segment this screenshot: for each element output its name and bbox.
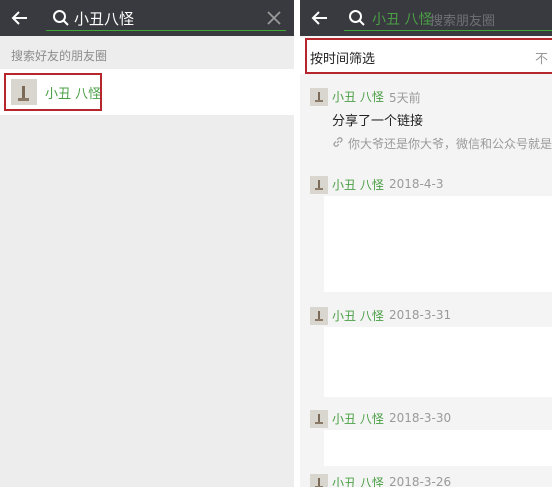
search-chip[interactable]: 小丑 八怪 (372, 9, 432, 29)
back-arrow-icon[interactable] (310, 8, 330, 28)
right-screen: 小丑 八怪 搜索朋友圈 按时间筛选 不 小丑 八怪 5天前 分享了一个链接 你大… (300, 0, 552, 487)
moment-post[interactable]: 小丑 八怪 2018-3-31 (300, 303, 552, 398)
highlight-box (305, 38, 552, 74)
back-arrow-icon[interactable] (10, 8, 30, 28)
avatar (310, 410, 328, 428)
avatar (310, 176, 328, 194)
search-underline (344, 30, 552, 31)
post-author[interactable]: 小丑 八怪 (332, 410, 384, 427)
search-header: 小丑八怪 (0, 0, 294, 36)
search-underline (46, 30, 286, 31)
post-date: 5天前 (389, 91, 421, 105)
section-hint: 搜索好友的朋友圈 (11, 49, 108, 63)
search-icon (349, 10, 365, 26)
clear-icon[interactable] (266, 10, 282, 26)
post-content-card (324, 196, 552, 292)
post-text: 分享了一个链接 (332, 114, 424, 129)
post-date: 2018-3-26 (389, 475, 452, 487)
post-author[interactable]: 小丑 八怪 (332, 176, 384, 193)
post-date: 2018-4-3 (389, 177, 444, 191)
search-input[interactable]: 小丑八怪 (74, 8, 134, 29)
post-date: 2018-3-31 (389, 308, 452, 322)
search-input[interactable]: 搜索朋友圈 (430, 10, 495, 29)
post-content-card (324, 327, 552, 397)
search-icon (53, 10, 69, 26)
shared-link[interactable]: 你大爷还是你大爷，微信和公众号就是互 (348, 135, 552, 152)
post-author[interactable]: 小丑 八怪 (332, 474, 384, 487)
avatar (310, 307, 328, 325)
avatar (310, 474, 328, 487)
moment-post[interactable]: 小丑 八怪 2018-4-3 (300, 172, 552, 292)
left-screen: 小丑八怪 搜索好友的朋友圈 小丑 八怪 (0, 0, 294, 487)
search-header: 小丑 八怪 搜索朋友圈 (300, 0, 552, 36)
post-content-card (324, 430, 552, 466)
link-icon (333, 137, 343, 147)
moment-post[interactable]: 小丑 八怪 5天前 分享了一个链接 你大爷还是你大爷，微信和公众号就是互 (300, 84, 552, 156)
post-author[interactable]: 小丑 八怪 (332, 307, 384, 324)
post-date: 2018-3-30 (389, 411, 452, 425)
avatar (310, 88, 328, 106)
highlight-box (4, 73, 102, 111)
moment-post[interactable]: 小丑 八怪 2018-3-30 (300, 406, 552, 466)
moment-post[interactable]: 小丑 八怪 2018-3-26 (300, 474, 552, 487)
post-author[interactable]: 小丑 八怪 (332, 88, 384, 105)
